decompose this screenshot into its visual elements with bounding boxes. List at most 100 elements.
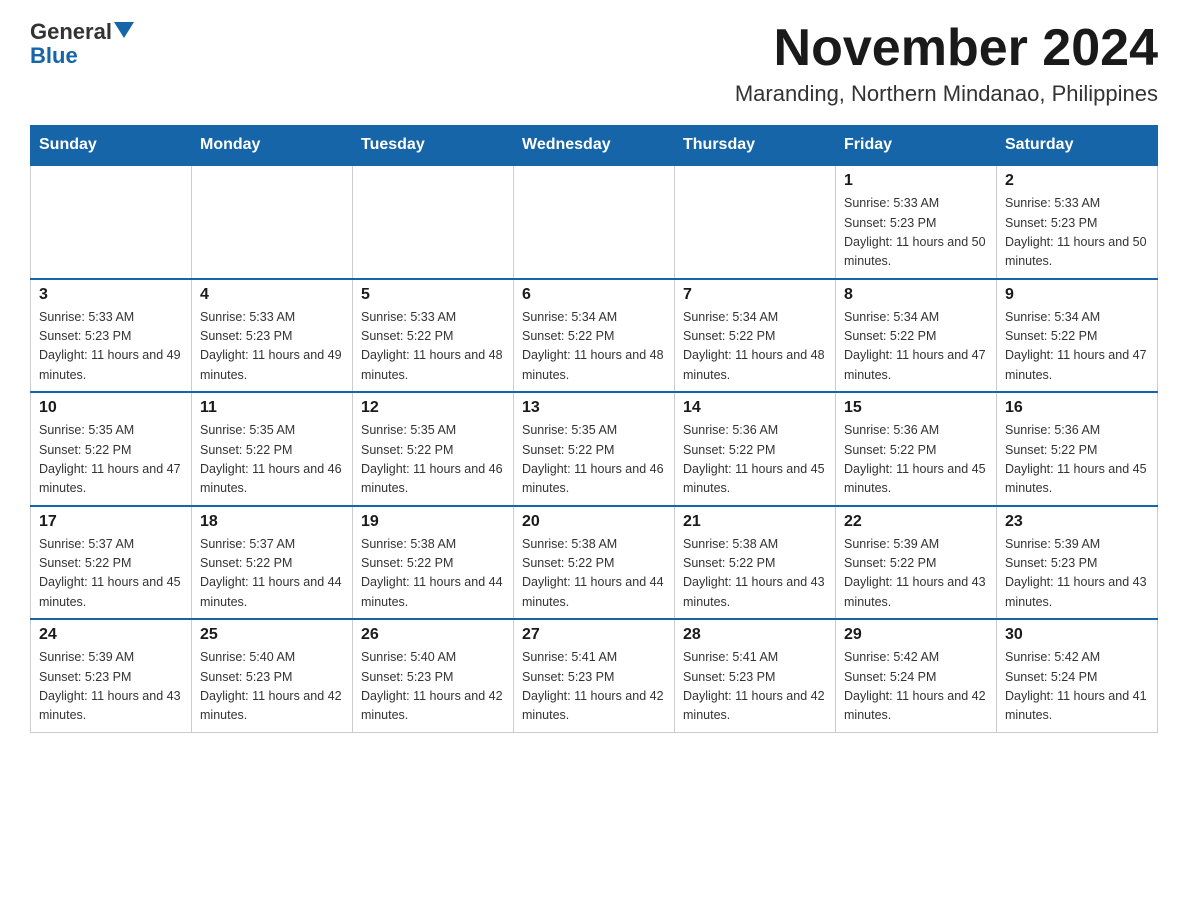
calendar-cell bbox=[353, 165, 514, 279]
day-info: Sunrise: 5:33 AM Sunset: 5:23 PM Dayligh… bbox=[1005, 194, 1149, 272]
calendar-cell: 28 Sunrise: 5:41 AM Sunset: 5:23 PM Dayli… bbox=[675, 619, 836, 732]
calendar-cell: 7 Sunrise: 5:34 AM Sunset: 5:22 PM Daylig… bbox=[675, 279, 836, 393]
weekday-header-tuesday: Tuesday bbox=[353, 126, 514, 166]
title-block: November 2024 Maranding, Northern Mindan… bbox=[735, 20, 1158, 107]
day-number: 15 bbox=[844, 399, 988, 417]
day-info: Sunrise: 5:39 AM Sunset: 5:22 PM Dayligh… bbox=[844, 535, 988, 613]
calendar-cell: 15Sunrise: 5:36 AM Sunset: 5:22 PM Dayli… bbox=[836, 392, 997, 506]
calendar-cell: 29 Sunrise: 5:42 AM Sunset: 5:24 PM Dayli… bbox=[836, 619, 997, 732]
logo-blue-text: Blue bbox=[30, 44, 78, 68]
calendar-cell bbox=[31, 165, 192, 279]
calendar-cell: 26Sunrise: 5:40 AM Sunset: 5:23 PM Dayli… bbox=[353, 619, 514, 732]
calendar-week-row: 24 Sunrise: 5:39 AM Sunset: 5:23 PM Dayli… bbox=[31, 619, 1158, 732]
day-number: 22 bbox=[844, 513, 988, 531]
day-number: 25 bbox=[200, 626, 344, 644]
day-info: Sunrise: 5:41 AM Sunset: 5:23 PM Dayligh… bbox=[683, 648, 827, 726]
day-number: 1 bbox=[844, 172, 988, 190]
location-title: Maranding, Northern Mindanao, Philippine… bbox=[735, 81, 1158, 107]
weekday-header-sunday: Sunday bbox=[31, 126, 192, 166]
calendar-cell: 27Sunrise: 5:41 AM Sunset: 5:23 PM Dayli… bbox=[514, 619, 675, 732]
day-number: 13 bbox=[522, 399, 666, 417]
day-number: 6 bbox=[522, 286, 666, 304]
calendar-cell bbox=[192, 165, 353, 279]
calendar-cell: 17 Sunrise: 5:37 AM Sunset: 5:22 PM Dayli… bbox=[31, 506, 192, 620]
calendar-week-row: 1 Sunrise: 5:33 AM Sunset: 5:23 PM Daylig… bbox=[31, 165, 1158, 279]
calendar-cell: 23 Sunrise: 5:39 AM Sunset: 5:23 PM Dayli… bbox=[997, 506, 1158, 620]
calendar-week-row: 3Sunrise: 5:33 AM Sunset: 5:23 PM Daylig… bbox=[31, 279, 1158, 393]
calendar-cell: 22 Sunrise: 5:39 AM Sunset: 5:22 PM Dayli… bbox=[836, 506, 997, 620]
calendar-cell: 25 Sunrise: 5:40 AM Sunset: 5:23 PM Dayli… bbox=[192, 619, 353, 732]
day-info: Sunrise: 5:33 AM Sunset: 5:22 PM Dayligh… bbox=[361, 308, 505, 386]
day-number: 28 bbox=[683, 626, 827, 644]
logo-triangle-icon bbox=[114, 22, 134, 38]
day-number: 7 bbox=[683, 286, 827, 304]
day-number: 26 bbox=[361, 626, 505, 644]
calendar-cell: 12 Sunrise: 5:35 AM Sunset: 5:22 PM Dayli… bbox=[353, 392, 514, 506]
day-info: Sunrise: 5:42 AM Sunset: 5:24 PM Dayligh… bbox=[844, 648, 988, 726]
weekday-header-wednesday: Wednesday bbox=[514, 126, 675, 166]
page-header: General Blue November 2024 Maranding, No… bbox=[30, 20, 1158, 107]
day-number: 8 bbox=[844, 286, 988, 304]
day-number: 19 bbox=[361, 513, 505, 531]
day-info: Sunrise: 5:38 AM Sunset: 5:22 PM Dayligh… bbox=[361, 535, 505, 613]
day-number: 23 bbox=[1005, 513, 1149, 531]
calendar-cell: 13 Sunrise: 5:35 AM Sunset: 5:22 PM Dayli… bbox=[514, 392, 675, 506]
weekday-header-saturday: Saturday bbox=[997, 126, 1158, 166]
day-info: Sunrise: 5:36 AM Sunset: 5:22 PM Dayligh… bbox=[1005, 421, 1149, 499]
day-info: Sunrise: 5:37 AM Sunset: 5:22 PM Dayligh… bbox=[200, 535, 344, 613]
day-number: 4 bbox=[200, 286, 344, 304]
day-info: Sunrise: 5:37 AM Sunset: 5:22 PM Dayligh… bbox=[39, 535, 183, 613]
day-number: 10 bbox=[39, 399, 183, 417]
calendar-cell: 14 Sunrise: 5:36 AM Sunset: 5:22 PM Dayli… bbox=[675, 392, 836, 506]
calendar-table: SundayMondayTuesdayWednesdayThursdayFrid… bbox=[30, 125, 1158, 733]
calendar-header-row: SundayMondayTuesdayWednesdayThursdayFrid… bbox=[31, 126, 1158, 166]
day-number: 5 bbox=[361, 286, 505, 304]
day-info: Sunrise: 5:35 AM Sunset: 5:22 PM Dayligh… bbox=[522, 421, 666, 499]
day-number: 29 bbox=[844, 626, 988, 644]
logo-general-text: General bbox=[30, 20, 112, 44]
day-info: Sunrise: 5:36 AM Sunset: 5:22 PM Dayligh… bbox=[683, 421, 827, 499]
day-info: Sunrise: 5:41 AM Sunset: 5:23 PM Dayligh… bbox=[522, 648, 666, 726]
calendar-cell: 5 Sunrise: 5:33 AM Sunset: 5:22 PM Daylig… bbox=[353, 279, 514, 393]
day-info: Sunrise: 5:35 AM Sunset: 5:22 PM Dayligh… bbox=[361, 421, 505, 499]
day-number: 17 bbox=[39, 513, 183, 531]
day-info: Sunrise: 5:38 AM Sunset: 5:22 PM Dayligh… bbox=[683, 535, 827, 613]
day-number: 2 bbox=[1005, 172, 1149, 190]
day-info: Sunrise: 5:34 AM Sunset: 5:22 PM Dayligh… bbox=[683, 308, 827, 386]
calendar-week-row: 10 Sunrise: 5:35 AM Sunset: 5:22 PM Dayli… bbox=[31, 392, 1158, 506]
day-number: 20 bbox=[522, 513, 666, 531]
weekday-header-friday: Friday bbox=[836, 126, 997, 166]
calendar-cell: 21Sunrise: 5:38 AM Sunset: 5:22 PM Dayli… bbox=[675, 506, 836, 620]
weekday-header-thursday: Thursday bbox=[675, 126, 836, 166]
day-info: Sunrise: 5:34 AM Sunset: 5:22 PM Dayligh… bbox=[1005, 308, 1149, 386]
day-number: 30 bbox=[1005, 626, 1149, 644]
calendar-cell: 6 Sunrise: 5:34 AM Sunset: 5:22 PM Daylig… bbox=[514, 279, 675, 393]
calendar-cell: 9 Sunrise: 5:34 AM Sunset: 5:22 PM Daylig… bbox=[997, 279, 1158, 393]
calendar-cell: 20 Sunrise: 5:38 AM Sunset: 5:22 PM Dayli… bbox=[514, 506, 675, 620]
calendar-cell bbox=[514, 165, 675, 279]
calendar-cell: 24 Sunrise: 5:39 AM Sunset: 5:23 PM Dayli… bbox=[31, 619, 192, 732]
calendar-week-row: 17 Sunrise: 5:37 AM Sunset: 5:22 PM Dayli… bbox=[31, 506, 1158, 620]
calendar-cell: 16Sunrise: 5:36 AM Sunset: 5:22 PM Dayli… bbox=[997, 392, 1158, 506]
month-title: November 2024 bbox=[735, 20, 1158, 77]
day-number: 3 bbox=[39, 286, 183, 304]
day-info: Sunrise: 5:39 AM Sunset: 5:23 PM Dayligh… bbox=[1005, 535, 1149, 613]
calendar-cell bbox=[675, 165, 836, 279]
day-info: Sunrise: 5:38 AM Sunset: 5:22 PM Dayligh… bbox=[522, 535, 666, 613]
day-info: Sunrise: 5:33 AM Sunset: 5:23 PM Dayligh… bbox=[844, 194, 988, 272]
day-info: Sunrise: 5:40 AM Sunset: 5:23 PM Dayligh… bbox=[200, 648, 344, 726]
day-number: 12 bbox=[361, 399, 505, 417]
day-number: 14 bbox=[683, 399, 827, 417]
day-info: Sunrise: 5:34 AM Sunset: 5:22 PM Dayligh… bbox=[844, 308, 988, 386]
day-info: Sunrise: 5:42 AM Sunset: 5:24 PM Dayligh… bbox=[1005, 648, 1149, 726]
day-number: 9 bbox=[1005, 286, 1149, 304]
calendar-cell: 11Sunrise: 5:35 AM Sunset: 5:22 PM Dayli… bbox=[192, 392, 353, 506]
calendar-cell: 18Sunrise: 5:37 AM Sunset: 5:22 PM Dayli… bbox=[192, 506, 353, 620]
calendar-cell: 3Sunrise: 5:33 AM Sunset: 5:23 PM Daylig… bbox=[31, 279, 192, 393]
day-info: Sunrise: 5:34 AM Sunset: 5:22 PM Dayligh… bbox=[522, 308, 666, 386]
day-info: Sunrise: 5:39 AM Sunset: 5:23 PM Dayligh… bbox=[39, 648, 183, 726]
calendar-cell: 4Sunrise: 5:33 AM Sunset: 5:23 PM Daylig… bbox=[192, 279, 353, 393]
calendar-cell: 19 Sunrise: 5:38 AM Sunset: 5:22 PM Dayli… bbox=[353, 506, 514, 620]
day-number: 24 bbox=[39, 626, 183, 644]
calendar-cell: 1 Sunrise: 5:33 AM Sunset: 5:23 PM Daylig… bbox=[836, 165, 997, 279]
